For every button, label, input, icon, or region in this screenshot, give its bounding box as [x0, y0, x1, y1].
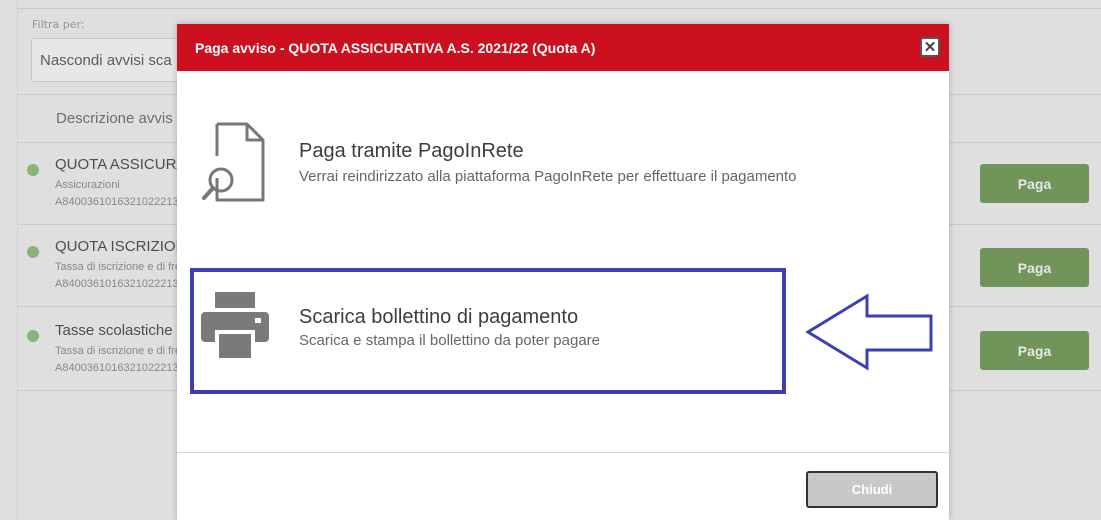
arrow-left-icon — [805, 293, 933, 371]
close-button[interactable]: Chiudi — [806, 471, 938, 508]
close-icon[interactable]: ✕ — [920, 37, 940, 57]
divider — [177, 452, 949, 453]
document-search-icon — [202, 122, 265, 202]
option-pagoinrete[interactable]: Paga tramite PagoInRete Verrai reindiriz… — [177, 104, 949, 224]
option-description: Verrai reindirizzato alla piattaforma Pa… — [299, 168, 797, 185]
modal-title: Paga avviso - QUOTA ASSICURATIVA A.S. 20… — [195, 39, 596, 56]
highlight-annotation — [190, 268, 786, 394]
option-title: Paga tramite PagoInRete — [299, 140, 524, 162]
modal-header: Paga avviso - QUOTA ASSICURATIVA A.S. 20… — [177, 24, 949, 71]
